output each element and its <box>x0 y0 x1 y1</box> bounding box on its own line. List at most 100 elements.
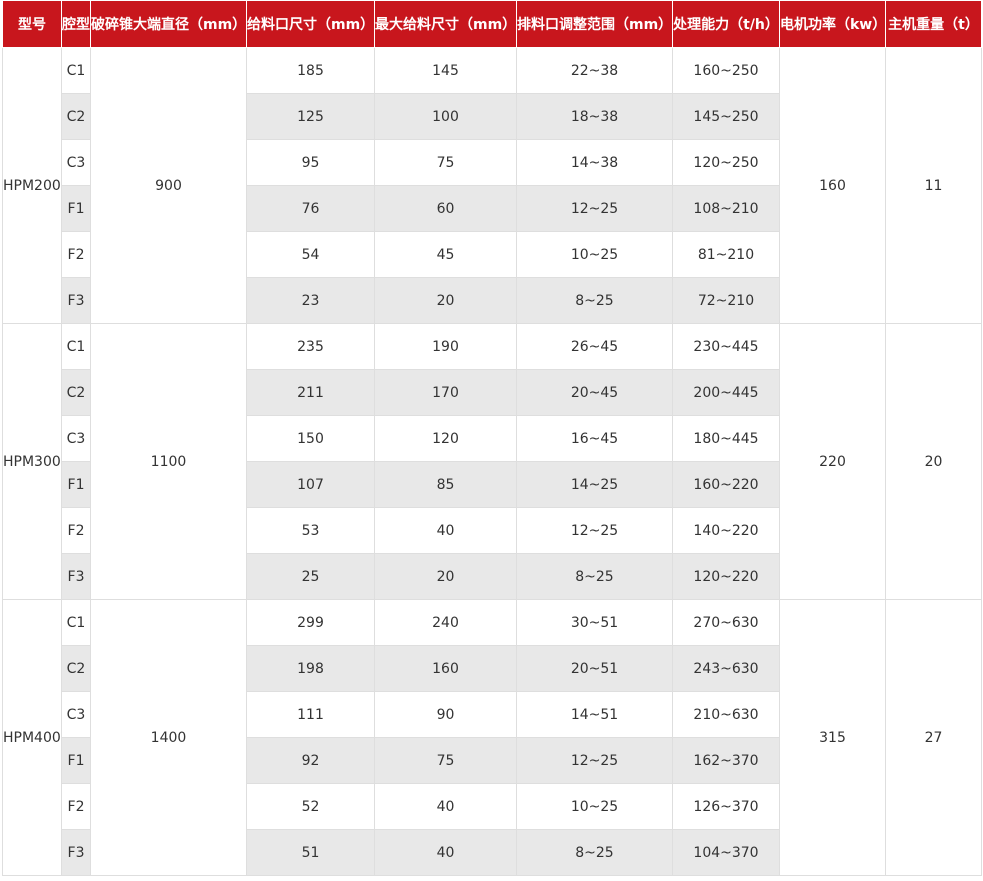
feed-cell: 52 <box>246 783 375 830</box>
max-feed-cell: 170 <box>374 369 517 416</box>
diameter-cell: 1100 <box>90 323 247 600</box>
capacity-cell: 104~370 <box>672 829 780 876</box>
power-cell: 220 <box>779 323 886 600</box>
model-cell: HPM300 <box>2 323 62 600</box>
feed-cell: 185 <box>246 47 375 94</box>
header-diameter: 破碎锥大端直径（mm） <box>90 0 247 48</box>
diameter-cell: 1400 <box>90 599 247 876</box>
model-cell: HPM200 <box>2 47 62 324</box>
header-weight: 主机重量（t） <box>885 0 982 48</box>
discharge-cell: 18~38 <box>516 93 673 140</box>
discharge-cell: 12~25 <box>516 185 673 232</box>
model-cell: HPM400 <box>2 599 62 876</box>
table-row: HPM400 C1 1400 299 240 30~51 270~630 315… <box>2 599 982 876</box>
feed-cell: 25 <box>246 553 375 600</box>
weight-cell: 20 <box>885 323 982 600</box>
max-feed-cell: 60 <box>374 185 517 232</box>
discharge-cell: 14~25 <box>516 461 673 508</box>
max-feed-cell: 75 <box>374 139 517 186</box>
header-model: 型号 <box>2 0 62 48</box>
cavity-cell: F2 <box>61 231 91 278</box>
header-feed-opening: 给料口尺寸（mm） <box>246 0 375 48</box>
cavity-cell: C2 <box>61 645 91 692</box>
capacity-cell: 210~630 <box>672 691 780 738</box>
max-feed-cell: 145 <box>374 47 517 94</box>
cavity-cell: C1 <box>61 599 91 646</box>
table-row: HPM300 C1 1100 235 190 26~45 230~445 220… <box>2 323 982 600</box>
max-feed-cell: 75 <box>374 737 517 784</box>
diameter-cell: 900 <box>90 47 247 324</box>
feed-cell: 76 <box>246 185 375 232</box>
feed-cell: 150 <box>246 415 375 462</box>
cavity-cell: F3 <box>61 829 91 876</box>
discharge-cell: 14~38 <box>516 139 673 186</box>
cavity-cell: F3 <box>61 553 91 600</box>
table-row: HPM200 C1 900 185 145 22~38 160~250 160 … <box>2 47 982 324</box>
cavity-cell: F1 <box>61 737 91 784</box>
weight-cell: 27 <box>885 599 982 876</box>
capacity-cell: 160~220 <box>672 461 780 508</box>
capacity-cell: 160~250 <box>672 47 780 94</box>
max-feed-cell: 20 <box>374 277 517 324</box>
feed-cell: 51 <box>246 829 375 876</box>
capacity-cell: 162~370 <box>672 737 780 784</box>
capacity-cell: 230~445 <box>672 323 780 370</box>
weight-cell: 11 <box>885 47 982 324</box>
max-feed-cell: 160 <box>374 645 517 692</box>
cavity-cell: C3 <box>61 139 91 186</box>
cavity-cell: C2 <box>61 93 91 140</box>
capacity-cell: 200~445 <box>672 369 780 416</box>
discharge-cell: 12~25 <box>516 507 673 554</box>
discharge-cell: 8~25 <box>516 277 673 324</box>
discharge-cell: 22~38 <box>516 47 673 94</box>
cavity-cell: C1 <box>61 323 91 370</box>
cavity-cell: F1 <box>61 461 91 508</box>
max-feed-cell: 40 <box>374 783 517 830</box>
cavity-cell: F1 <box>61 185 91 232</box>
capacity-cell: 120~220 <box>672 553 780 600</box>
max-feed-cell: 40 <box>374 829 517 876</box>
discharge-cell: 14~51 <box>516 691 673 738</box>
power-cell: 315 <box>779 599 886 876</box>
header-row: 型号 腔型 破碎锥大端直径（mm） 给料口尺寸（mm） 最大给料尺寸（mm） 排… <box>2 0 982 48</box>
discharge-cell: 10~25 <box>516 783 673 830</box>
discharge-cell: 10~25 <box>516 231 673 278</box>
feed-cell: 125 <box>246 93 375 140</box>
max-feed-cell: 100 <box>374 93 517 140</box>
capacity-cell: 145~250 <box>672 93 780 140</box>
capacity-cell: 126~370 <box>672 783 780 830</box>
capacity-cell: 120~250 <box>672 139 780 186</box>
feed-cell: 235 <box>246 323 375 370</box>
discharge-cell: 30~51 <box>516 599 673 646</box>
header-cavity: 腔型 <box>61 0 91 48</box>
discharge-cell: 20~51 <box>516 645 673 692</box>
max-feed-cell: 85 <box>374 461 517 508</box>
capacity-cell: 243~630 <box>672 645 780 692</box>
cavity-cell: C3 <box>61 691 91 738</box>
max-feed-cell: 120 <box>374 415 517 462</box>
cavity-cell: F2 <box>61 507 91 554</box>
header-max-feed: 最大给料尺寸（mm） <box>374 0 517 48</box>
header-discharge-range: 排料口调整范围（mm） <box>516 0 673 48</box>
capacity-cell: 108~210 <box>672 185 780 232</box>
feed-cell: 92 <box>246 737 375 784</box>
max-feed-cell: 190 <box>374 323 517 370</box>
feed-cell: 198 <box>246 645 375 692</box>
discharge-cell: 8~25 <box>516 829 673 876</box>
capacity-cell: 140~220 <box>672 507 780 554</box>
cavity-cell: F3 <box>61 277 91 324</box>
max-feed-cell: 40 <box>374 507 517 554</box>
feed-cell: 111 <box>246 691 375 738</box>
cavity-cell: C2 <box>61 369 91 416</box>
feed-cell: 95 <box>246 139 375 186</box>
max-feed-cell: 20 <box>374 553 517 600</box>
cavity-cell: C3 <box>61 415 91 462</box>
discharge-cell: 16~45 <box>516 415 673 462</box>
max-feed-cell: 240 <box>374 599 517 646</box>
capacity-cell: 270~630 <box>672 599 780 646</box>
capacity-cell: 180~445 <box>672 415 780 462</box>
max-feed-cell: 45 <box>374 231 517 278</box>
discharge-cell: 12~25 <box>516 737 673 784</box>
discharge-cell: 20~45 <box>516 369 673 416</box>
cavity-cell: F2 <box>61 783 91 830</box>
